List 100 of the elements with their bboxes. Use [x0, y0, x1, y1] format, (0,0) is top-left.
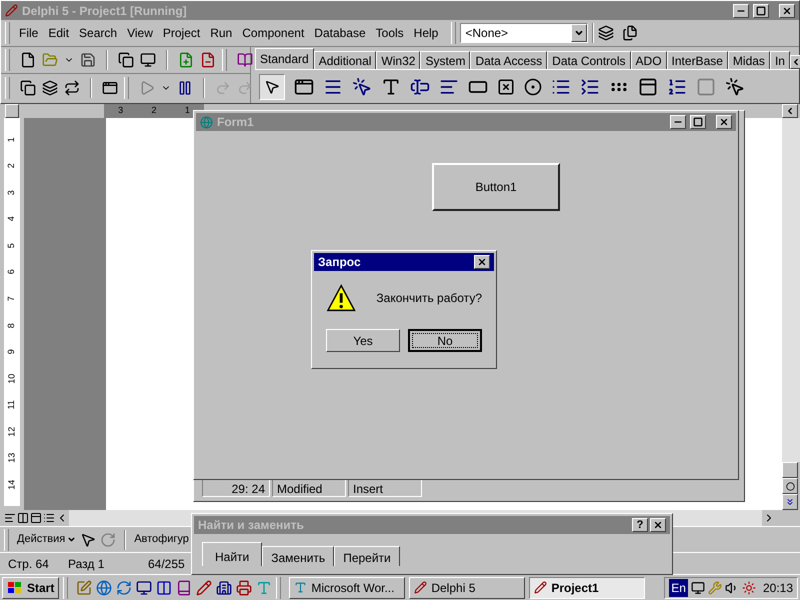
palette-tab[interactable]: In [770, 51, 790, 69]
save-all-icon[interactable] [118, 52, 134, 68]
autoshapes-menu[interactable]: Автофигур [134, 531, 189, 548]
page-view-icon[interactable] [30, 512, 42, 524]
pointer-icon[interactable] [80, 532, 96, 548]
palette-tab[interactable]: Standard [255, 48, 314, 69]
menu-item[interactable]: Help [408, 24, 444, 42]
close-button[interactable] [474, 255, 490, 269]
dialog-tab[interactable]: Найти [202, 542, 262, 566]
pause-icon[interactable] [177, 80, 193, 96]
palette-tab[interactable]: Additional [314, 51, 376, 69]
ruler-number: 7 [5, 296, 18, 302]
dialog-title: Найти и заменить [198, 517, 305, 534]
quick-launch-icon[interactable] [176, 580, 192, 596]
menu-item[interactable]: Run [205, 24, 238, 42]
browser-icon[interactable] [96, 580, 112, 596]
web-view-icon[interactable] [17, 512, 29, 524]
maximize-button[interactable] [753, 4, 769, 18]
quick-launch-icon[interactable] [136, 580, 152, 596]
close-button[interactable] [650, 518, 666, 532]
remove-file-icon[interactable] [200, 52, 216, 68]
menu-item[interactable]: Edit [43, 24, 74, 42]
menu-item[interactable]: Database [309, 24, 371, 42]
combo-box-icon[interactable] [580, 76, 600, 96]
toggle-icon[interactable] [64, 80, 80, 96]
app-icon [200, 116, 213, 128]
new-form-icon[interactable] [102, 80, 118, 96]
form-button[interactable]: Button1 [432, 163, 560, 211]
language-indicator[interactable]: En [669, 578, 688, 596]
menu-item[interactable]: Project [158, 24, 206, 42]
dialog-button[interactable]: No [408, 329, 482, 352]
palette-tab[interactable]: Win32 [376, 51, 420, 69]
pointer-icon [264, 78, 280, 94]
dialog-tab[interactable]: Перейти [334, 546, 400, 566]
tray-icon[interactable] [690, 580, 705, 594]
maximize-icon [756, 6, 766, 16]
dropdown-button[interactable] [571, 24, 588, 42]
tab-stop-selector[interactable] [5, 104, 19, 118]
window-title: Delphi 5 - Project1 [Running] [22, 2, 188, 20]
palette-tab[interactable]: Data Controls [547, 51, 631, 69]
close-button[interactable] [716, 115, 732, 129]
select-browse-button[interactable] [782, 478, 798, 494]
ruler-number: 1 [184, 104, 190, 118]
new-file-icon[interactable] [20, 52, 36, 68]
taskbar-button[interactable]: Project1 [529, 576, 646, 598]
save-icon[interactable] [80, 52, 96, 68]
menu-item[interactable]: Component [237, 24, 310, 42]
clock: 20:13 [762, 580, 793, 596]
window-list-icon[interactable] [598, 25, 614, 41]
quick-launch-icon[interactable] [196, 580, 212, 596]
palette-tab[interactable]: System [420, 51, 470, 69]
quick-launch-icon[interactable] [216, 580, 232, 596]
scroll-left-button[interactable] [790, 55, 800, 69]
label-icon[interactable] [381, 76, 401, 96]
radio-button-icon[interactable] [524, 78, 542, 96]
menu-item[interactable]: View [122, 24, 158, 42]
actions-menu[interactable]: Действия [17, 531, 76, 548]
add-file-icon[interactable] [178, 52, 194, 68]
windows-icon[interactable] [622, 25, 638, 41]
quick-launch-icon[interactable] [236, 580, 252, 596]
quick-launch-icon[interactable] [156, 580, 172, 596]
previous-page-button[interactable] [782, 462, 798, 478]
minimize-button[interactable] [670, 115, 686, 129]
help-button[interactable]: ? [632, 518, 648, 532]
edit-icon[interactable] [410, 76, 430, 96]
palette-tab[interactable]: Midas [728, 51, 770, 69]
palette-tab[interactable]: InterBase [666, 51, 728, 69]
window-title: Form1 [217, 114, 255, 131]
start-button[interactable]: Start [2, 576, 60, 598]
status-text: Стр. 64 [7, 556, 50, 572]
menu-item[interactable]: Search [74, 24, 122, 42]
radio-group-icon[interactable] [667, 76, 687, 96]
view-unit-icon[interactable] [20, 80, 36, 96]
dialog-tab[interactable]: Заменить [262, 546, 334, 566]
dialog-button[interactable]: Yes [326, 329, 400, 352]
checkbox-icon[interactable] [497, 78, 515, 96]
frame-icon[interactable] [294, 76, 314, 96]
group-box-icon[interactable] [638, 76, 658, 96]
menu-item[interactable]: File [14, 24, 44, 42]
close-icon [653, 520, 663, 530]
menu-item[interactable]: Tools [370, 24, 409, 42]
dialog-message: Закончить работу? [376, 290, 482, 307]
pointer-tool[interactable] [259, 74, 285, 100]
taskbar-button[interactable]: Microsoft Wor... [289, 576, 406, 598]
view-form-icon[interactable] [42, 80, 58, 96]
caret-icon [574, 28, 584, 38]
help-book-icon[interactable] [237, 52, 253, 68]
next-page-button[interactable] [782, 494, 798, 510]
scroll-up-button[interactable] [782, 104, 798, 118]
maximize-button[interactable] [690, 115, 706, 129]
close-button[interactable] [779, 4, 795, 18]
palette-tab[interactable]: ADO [630, 51, 667, 69]
taskbar-button[interactable]: Delphi 5 [409, 576, 526, 598]
palette-tab[interactable]: Data Access [470, 51, 548, 69]
dialog-title: Запрос [318, 254, 362, 271]
normal-view-icon[interactable] [4, 512, 16, 524]
minimize-button[interactable] [733, 4, 749, 18]
combo-box[interactable]: <None> [460, 23, 588, 43]
ruler-number: 14 [5, 480, 18, 490]
ruler-number: 2 [151, 104, 156, 118]
